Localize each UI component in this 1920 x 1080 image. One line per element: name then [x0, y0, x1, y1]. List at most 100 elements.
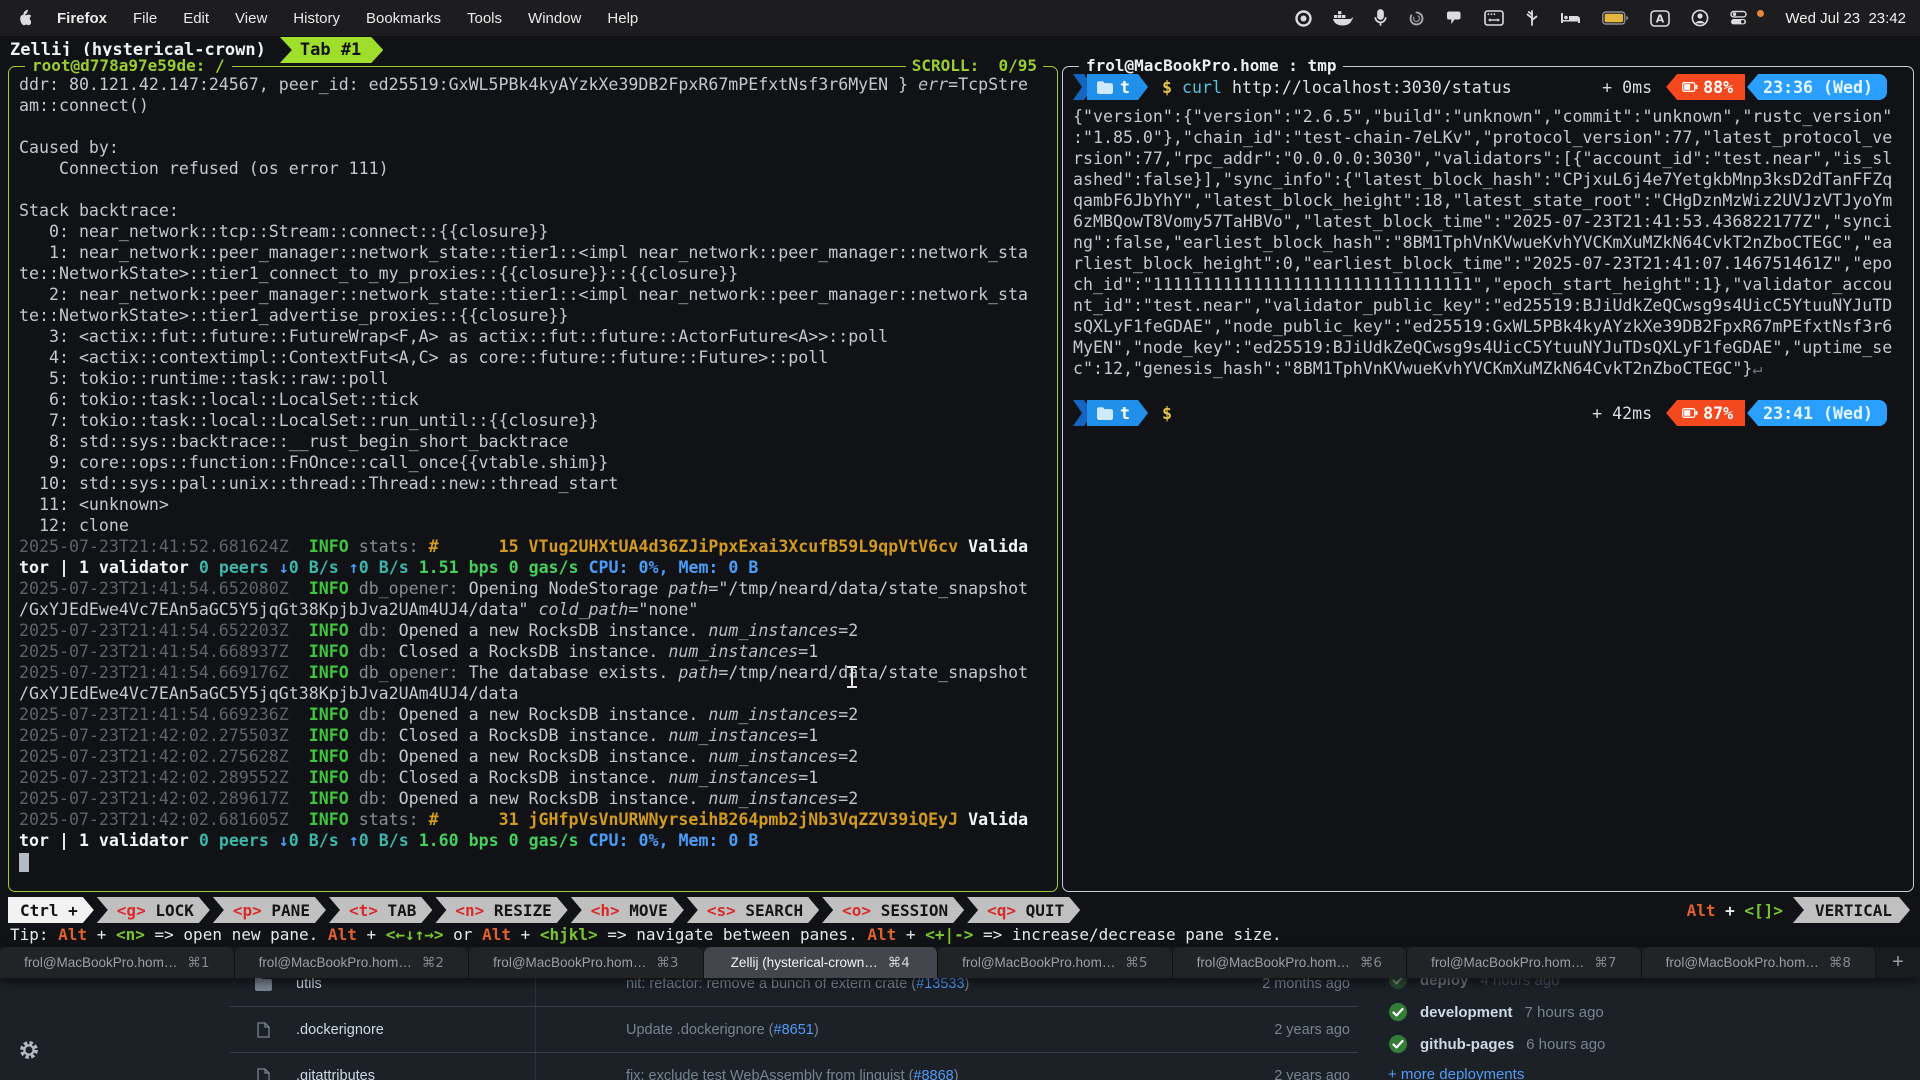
- log-line: am::connect(): [19, 95, 1053, 116]
- right-pane-title: frol@MacBookPro.home : tmp: [1079, 56, 1343, 75]
- log-line: 1: near_network::peer_manager::network_s…: [19, 242, 1053, 263]
- json-line: 6zMBQowT8Vomy57TaHBVo","latest_block_tim…: [1073, 211, 1909, 232]
- terminal-tab-2[interactable]: frol@MacBookPro.hom…⌘2: [235, 947, 470, 978]
- docker-icon[interactable]: [1333, 8, 1353, 28]
- keybind-resize[interactable]: <n> RESIZE: [435, 897, 567, 923]
- menu-clock[interactable]: Wed Jul 23 23:42: [1785, 10, 1906, 27]
- battery-percent-2: 87%: [1703, 404, 1733, 423]
- menu-item-history[interactable]: History: [293, 10, 340, 27]
- keybind-move[interactable]: <h> MOVE: [571, 897, 684, 923]
- screen-record-icon[interactable]: [1295, 8, 1312, 28]
- log-line: 2025-07-23T21:42:02.275628Z INFO db: Ope…: [19, 746, 1053, 767]
- json-line: MyEN","node_key":"ed25519:BJiUdkZeQCwsg9…: [1073, 337, 1909, 358]
- menu-status-area: A Wed Jul 23 23:42: [1295, 8, 1920, 28]
- log-line: 6: tokio::task::local::LocalSet::tick: [19, 389, 1053, 410]
- sync-icon[interactable]: [1408, 8, 1425, 28]
- json-line: qambF6JbYhY","latest_block_height":18,"l…: [1073, 190, 1909, 211]
- github-file-table: utilsnit: refactor: remove a bunch of ex…: [230, 961, 1358, 1080]
- log-line: tor | 1 validator 0 peers ↓0 B/s ↑0 B/s …: [19, 557, 1053, 578]
- left-terminal-pane[interactable]: root@d778a97e59de: / SCROLL: 0/95 ddr: 8…: [8, 66, 1058, 892]
- pr-link[interactable]: #8651: [774, 1022, 814, 1038]
- right-terminal-pane[interactable]: frol@MacBookPro.home : tmp t $ curl http…: [1062, 66, 1914, 892]
- file-name[interactable]: .gitattributes: [296, 1068, 626, 1080]
- apple-logo-icon[interactable]: [16, 8, 31, 28]
- battery-segment-1: 88%: [1666, 74, 1745, 100]
- terminal-tab-8[interactable]: frol@MacBookPro.hom…⌘8: [1642, 947, 1877, 978]
- deployment-env[interactable]: development: [1420, 1004, 1513, 1021]
- more-deployments-link[interactable]: + more deployments: [1388, 1066, 1908, 1080]
- command-curl: curl: [1182, 78, 1222, 97]
- keybind-pane[interactable]: <p> PANE: [213, 897, 326, 923]
- prompt-line-2: t $ + 42ms 87% 23:41 (Wed): [1073, 400, 1909, 426]
- keybind-quit[interactable]: <q> QUIT: [967, 897, 1080, 923]
- menu-item-firefox[interactable]: Firefox: [57, 10, 107, 27]
- log-line: 7: tokio::task::local::LocalSet::run_unt…: [19, 410, 1053, 431]
- battery-segment-2: 87%: [1666, 400, 1745, 426]
- browser-github-content: utilsnit: refactor: remove a bunch of ex…: [0, 978, 1920, 1080]
- menu-item-window[interactable]: Window: [528, 10, 581, 27]
- gear-icon[interactable]: [18, 1040, 40, 1060]
- window-swap-icon[interactable]: [1484, 8, 1504, 28]
- menu-item-edit[interactable]: Edit: [183, 10, 209, 27]
- folder-icon: [1097, 407, 1113, 420]
- prompt-dir-segment: t: [1087, 74, 1148, 100]
- json-line: rliest_block_height":0,"earliest_block_t…: [1073, 253, 1909, 274]
- keybind-search[interactable]: <s> SEARCH: [687, 897, 819, 923]
- log-line: Stack backtrace:: [19, 200, 1053, 221]
- file-name[interactable]: .dockerignore: [296, 1022, 626, 1038]
- zellij-keybind-bar: Ctrl + <g> LOCK<p> PANE<t> TAB<n> RESIZE…: [0, 897, 1920, 923]
- commit-message[interactable]: fix: exclude test WebAssembly from lingu…: [626, 1068, 1220, 1080]
- log-line: Connection refused (os error 111): [19, 158, 1053, 179]
- menu-item-view[interactable]: View: [235, 10, 267, 27]
- new-tab-button[interactable]: +: [1876, 947, 1920, 978]
- menu-item-file[interactable]: File: [133, 10, 157, 27]
- log-line: 2025-07-23T21:41:54.652203Z INFO db: Ope…: [19, 620, 1053, 641]
- log-line: te::NetworkState>::tier1_advertise_proxi…: [19, 305, 1053, 326]
- github-deployments: deploy4 hours agodevelopment7 hours agog…: [1388, 964, 1908, 1080]
- menu-item-bookmarks[interactable]: Bookmarks: [366, 10, 441, 27]
- pr-link[interactable]: #8868: [913, 1068, 953, 1080]
- menu-left: Firefox File Edit View History Bookmarks…: [0, 8, 638, 28]
- deployment-row[interactable]: github-pages6 hours ago: [1388, 1028, 1908, 1060]
- keybind-session[interactable]: <o> SESSION: [822, 897, 964, 923]
- sprout-icon[interactable]: [1525, 8, 1539, 28]
- log-line: 10: std::sys::pal::unix::thread::Thread:…: [19, 473, 1053, 494]
- terminal-tab-4[interactable]: Zellij (hysterical-crown…⌘4: [704, 947, 939, 978]
- log-line: 2025-07-23T21:42:02.275503Z INFO db: Clo…: [19, 725, 1053, 746]
- microphone-icon[interactable]: [1374, 8, 1387, 28]
- left-pane-log: ddr: 80.121.42.147:24567, peer_id: ed255…: [19, 74, 1053, 887]
- bed-icon[interactable]: [1560, 8, 1581, 28]
- file-row[interactable]: .dockerignoreUpdate .dockerignore (#8651…: [230, 1006, 1358, 1052]
- left-pane-title: root@d778a97e59de: /: [25, 56, 232, 75]
- user-account-icon[interactable]: [1691, 8, 1709, 28]
- json-line: :"1.85.0"},"chain_id":"test-chain-7eLKv"…: [1073, 127, 1909, 148]
- control-center-icon[interactable]: [1730, 8, 1750, 28]
- battery-glyph: [1682, 82, 1698, 92]
- log-line: /GxYJEdEwe4Vc7EAn5aGC5Y5jqGt38KpjbJva2UA…: [19, 599, 1053, 620]
- terminal-tab-3[interactable]: frol@MacBookPro.hom…⌘3: [469, 947, 704, 978]
- deployment-env[interactable]: github-pages: [1420, 1036, 1514, 1053]
- flag-icon[interactable]: [1446, 8, 1463, 28]
- input-source-icon[interactable]: A: [1650, 8, 1670, 28]
- menu-item-tools[interactable]: Tools: [467, 10, 502, 27]
- terminal-tab-6[interactable]: frol@MacBookPro.hom…⌘6: [1173, 947, 1408, 978]
- log-line: 2025-07-23T21:41:54.668937Z INFO db: Clo…: [19, 641, 1053, 662]
- zellij-tab-1[interactable]: Tab #1: [280, 37, 383, 63]
- file-icon: [252, 1022, 274, 1038]
- notification-dot: [1757, 10, 1764, 17]
- menu-item-help[interactable]: Help: [607, 10, 638, 27]
- keybind-lock[interactable]: <g> LOCK: [97, 897, 210, 923]
- terminal-tab-7[interactable]: frol@MacBookPro.hom…⌘7: [1407, 947, 1642, 978]
- battery-glyph: [1682, 408, 1698, 418]
- deployment-row[interactable]: development7 hours ago: [1388, 996, 1908, 1028]
- commit-message[interactable]: Update .dockerignore (#8651): [626, 1022, 1220, 1038]
- terminal-tab-1[interactable]: frol@MacBookPro.hom…⌘1: [0, 947, 235, 978]
- prompt-status-2: + 42ms 87% 23:41 (Wed): [1592, 400, 1887, 426]
- battery-icon[interactable]: [1602, 8, 1629, 28]
- scroll-indicator: SCROLL: 0/95: [906, 56, 1043, 75]
- log-line: 9: core::ops::function::FnOnce::call_onc…: [19, 452, 1053, 473]
- alt-keys: <[]>: [1744, 901, 1783, 920]
- keybind-tab[interactable]: <t> TAB: [329, 897, 432, 923]
- file-row[interactable]: .gitattributesfix: exclude test WebAssem…: [230, 1052, 1358, 1080]
- terminal-tab-5[interactable]: frol@MacBookPro.hom…⌘5: [938, 947, 1173, 978]
